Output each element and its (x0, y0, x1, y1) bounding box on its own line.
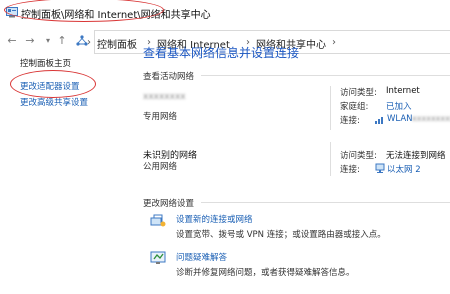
access-type-value: Internet (386, 86, 420, 96)
chevron-down-icon[interactable]: ▾ (42, 34, 54, 48)
active-networks-label: 查看活动网络 (143, 72, 195, 82)
wlan-link[interactable]: WLAN (387, 114, 413, 124)
section-divider (201, 75, 450, 76)
setup-connection-link[interactable]: 设置新的连接或网络 (176, 213, 253, 225)
breadcrumb-control-panel[interactable]: 控制面板 (97, 36, 137, 51)
access-type-value: 无法连接到网络 (386, 151, 446, 161)
wlan-name-obscured: xxxxxxxxx (412, 114, 450, 123)
ethernet-icon (375, 163, 385, 173)
section-divider (201, 202, 450, 203)
troubleshoot-desc: 诊断并修复网络问题，或者获得疑难解答信息。 (176, 268, 355, 278)
network-divider (330, 86, 331, 130)
change-settings-label: 更改网络设置 (143, 199, 195, 209)
network-type: 专用网络 (143, 112, 178, 122)
ethernet-link[interactable]: 以太网 2 (387, 163, 421, 175)
troubleshoot-icon (150, 251, 166, 264)
network-type: 公用网络 (143, 162, 178, 172)
connection-key: 连接: (340, 116, 360, 126)
adapter-highlight-ellipse (10, 70, 96, 98)
setup-connection-desc: 设置宽带、拨号或 VPN 连接；或设置路由器或接入点。 (176, 230, 386, 240)
network-name-obscured: xxxxxxxx (143, 92, 186, 102)
new-connection-icon (150, 214, 166, 227)
forward-arrow-icon[interactable]: → (24, 34, 36, 48)
homegroup-key: 家庭组: (340, 102, 369, 112)
up-arrow-icon[interactable]: ↑ (56, 34, 68, 48)
access-type-key: 访问类型: (340, 151, 377, 161)
wifi-signal-icon (375, 117, 383, 124)
troubleshoot-link[interactable]: 问题疑难解答 (176, 251, 227, 263)
sidebar-home-link[interactable]: 控制面板主页 (20, 57, 71, 69)
network-divider (330, 142, 331, 176)
breadcrumb-separator: › (87, 37, 91, 48)
connection-key: 连接: (340, 165, 360, 175)
page-title: 查看基本网络信息并设置连接 (143, 46, 300, 60)
back-arrow-icon[interactable]: ← (6, 34, 18, 48)
access-type-key: 访问类型: (340, 88, 377, 98)
breadcrumb-separator: › (332, 37, 336, 48)
homegroup-link[interactable]: 已加入 (386, 100, 412, 112)
